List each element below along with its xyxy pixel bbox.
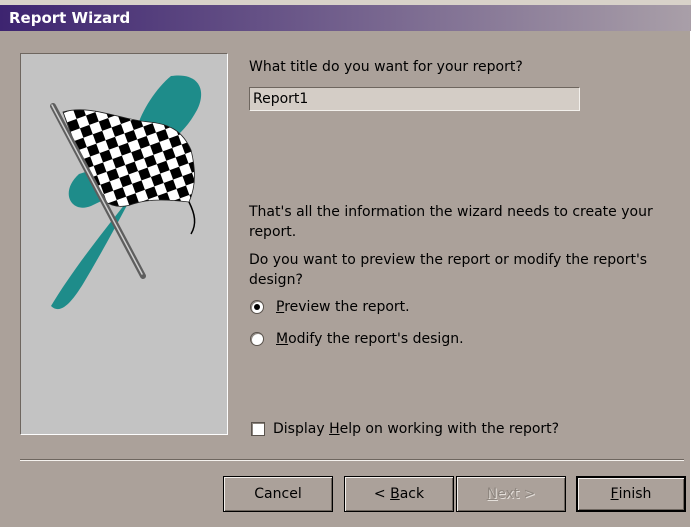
modify-radio[interactable]	[250, 332, 264, 346]
wizard-illustration-panel	[20, 53, 228, 435]
finish-button[interactable]: Finish	[576, 476, 686, 512]
next-mnemonic: N	[486, 486, 498, 502]
finish-rest: inish	[618, 486, 652, 502]
help-checkbox[interactable]	[251, 422, 265, 436]
finish-mnemonic: F	[610, 486, 619, 502]
help-label-before: Display	[273, 421, 330, 437]
help-checkbox-label[interactable]: Display Help on working with the report?	[273, 421, 559, 437]
next-button[interactable]: Next >	[456, 476, 566, 512]
cancel-button[interactable]: Cancel	[223, 476, 333, 512]
help-mnemonic: H	[329, 421, 340, 437]
title-bar[interactable]: Report Wizard	[0, 5, 691, 31]
info-text: That's all the information the wizard ne…	[249, 204, 653, 240]
preview-option-label[interactable]: Preview the report.	[276, 299, 410, 315]
title-question: What title do you want for your report?	[249, 59, 523, 75]
help-label-after: elp on working with the report?	[339, 421, 560, 437]
modify-option-text: odify the report's design.	[288, 331, 464, 347]
back-button[interactable]: < Back	[344, 476, 454, 512]
checkered-flag-icon	[50, 75, 202, 310]
modify-mnemonic: M	[276, 331, 289, 347]
preview-radio[interactable]	[250, 300, 264, 314]
preview-mnemonic: P	[276, 299, 285, 315]
back-mnemonic: B	[390, 486, 400, 502]
preview-question: Do you want to preview the report or mod…	[249, 252, 648, 288]
back-prefix: <	[373, 486, 391, 502]
preview-option-text: review the report.	[284, 299, 410, 315]
separator-highlight	[20, 460, 684, 461]
modify-option-label[interactable]: Modify the report's design.	[276, 331, 464, 347]
back-rest: ack	[399, 486, 425, 502]
cancel-label: Cancel	[254, 486, 302, 502]
report-title-input[interactable]	[249, 87, 580, 111]
next-rest: ext >	[497, 486, 536, 502]
window-title: Report Wizard	[9, 9, 131, 27]
